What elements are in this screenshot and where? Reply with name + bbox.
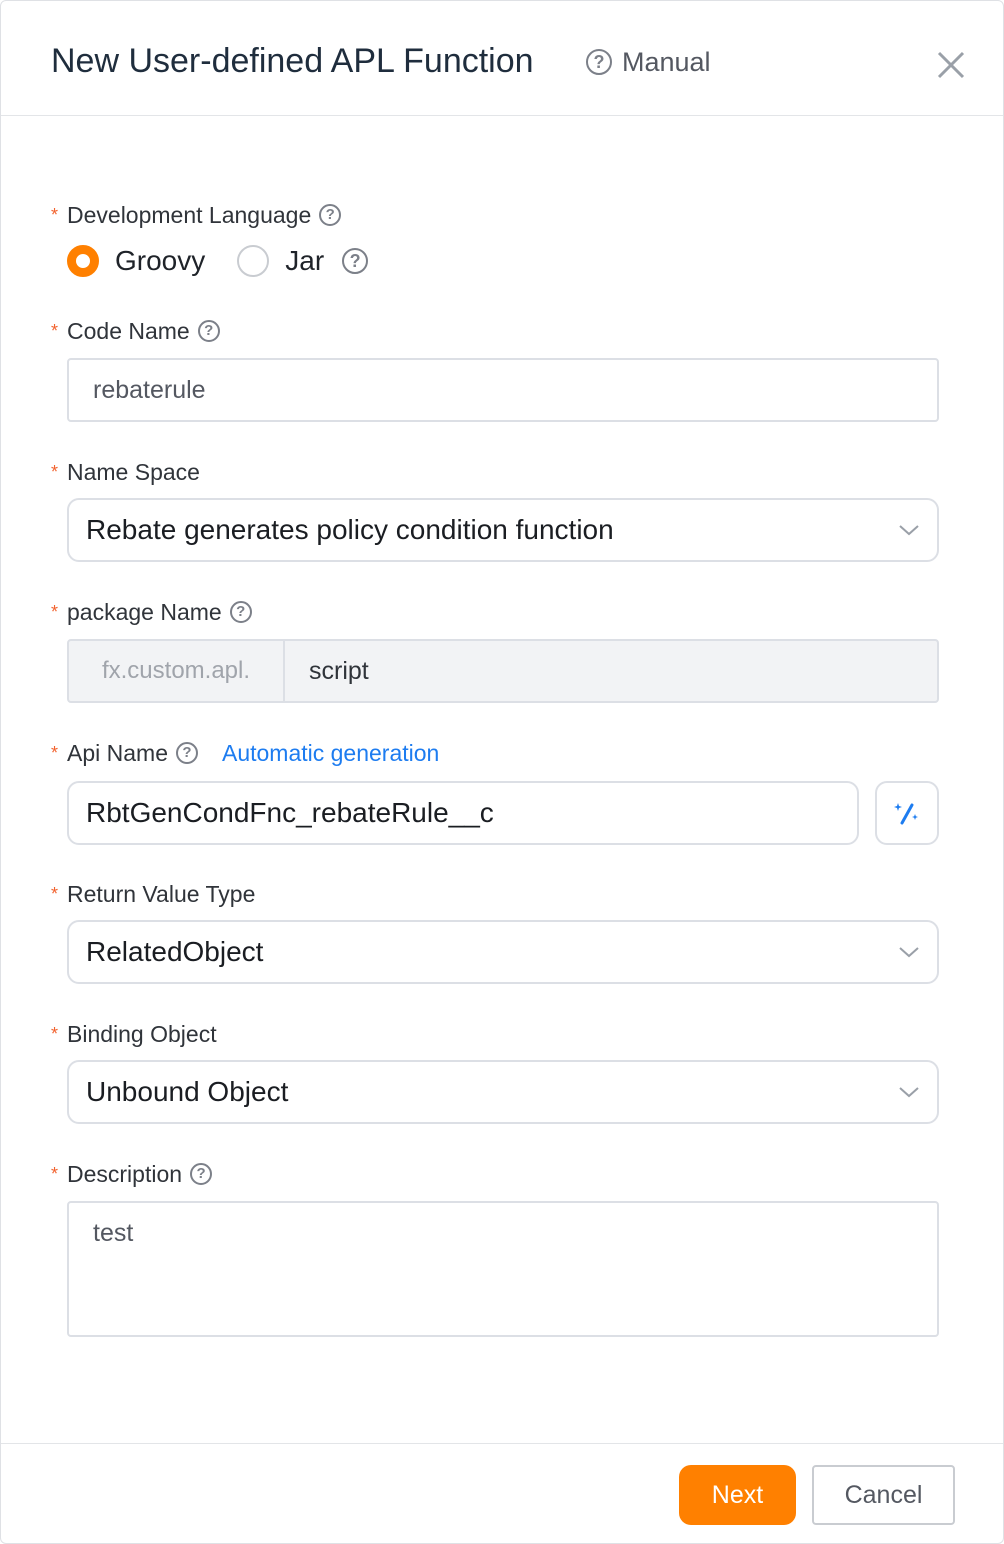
binding-object-select[interactable]: Unbound Object [67,1060,939,1124]
code-name-input[interactable]: rebaterule [67,358,939,422]
automatic-generation-link[interactable]: Automatic generation [222,739,439,767]
dev-language-label-text: Development Language [67,202,312,228]
help-circle-icon[interactable]: ? [229,601,252,623]
radio-jar[interactable]: Jar [237,245,324,277]
radio-jar-label: Jar [285,245,325,276]
api-name-value: RbtGenCondFnc_rebateRule__c [86,797,494,828]
help-circle-icon: ? [586,49,612,75]
api-name-label-text: Api Name [67,740,168,766]
code-name-label: * Code Name ? [51,317,220,345]
chevron-down-icon [899,525,919,536]
package-name-label: * package Name ? [51,598,252,626]
radio-checked-icon [67,245,99,277]
return-type-label-text: Return Value Type [67,881,256,907]
help-circle-icon[interactable]: ? [197,320,220,342]
name-space-select[interactable]: Rebate generates policy condition functi… [67,498,939,562]
chevron-down-icon [899,947,919,958]
api-name-input[interactable]: RbtGenCondFnc_rebateRule__c [67,781,859,845]
description-value: test [93,1219,134,1247]
radio-unchecked-icon [237,245,270,277]
help-circle-icon[interactable]: ? [190,1163,213,1185]
dialog-footer: Next Cancel [1,1443,1003,1543]
api-name-label: * Api Name ? Automatic generation [51,739,439,767]
generate-api-name-button[interactable] [875,781,939,845]
cancel-button[interactable]: Cancel [812,1465,955,1525]
binding-object-label: * Binding Object [51,1020,217,1048]
description-textarea[interactable]: test [67,1201,939,1337]
package-name-value: script [309,656,369,685]
dev-language-radio-group: Groovy Jar ? [67,241,369,281]
return-type-select[interactable]: RelatedObject [67,920,939,984]
dialog-header: New User-defined APL Function ? Manual [1,1,1003,116]
dialog-title: New User-defined APL Function [51,42,534,80]
manual-label: Manual [622,47,711,77]
package-name-field: fx.custom.apl. script [67,639,939,703]
binding-object-value: Unbound Object [86,1076,289,1107]
help-circle-icon[interactable]: ? [175,742,198,764]
code-name-label-text: Code Name [67,318,190,344]
required-mark: * [51,1164,59,1184]
chevron-down-icon [899,1087,919,1098]
return-type-label: * Return Value Type [51,880,255,908]
binding-object-label-text: Binding Object [67,1021,217,1047]
description-label-text: Description [67,1161,183,1187]
help-circle-icon[interactable]: ? [342,248,369,274]
code-name-value: rebaterule [93,375,206,404]
name-space-label-text: Name Space [67,459,200,485]
manual-link[interactable]: ? Manual [586,45,711,79]
radio-groovy-label: Groovy [115,245,206,276]
package-name-label-text: package Name [67,599,222,625]
required-mark: * [51,321,59,341]
help-circle-icon[interactable]: ? [319,204,342,226]
description-label: * Description ? [51,1160,213,1188]
new-apl-function-dialog: New User-defined APL Function ? Manual *… [0,0,1004,1544]
return-type-value: RelatedObject [86,936,264,967]
required-mark: * [51,1024,59,1044]
name-space-value: Rebate generates policy condition functi… [86,514,614,545]
required-mark: * [51,462,59,482]
close-icon[interactable] [931,45,971,85]
name-space-label: * Name Space [51,458,200,486]
required-mark: * [51,884,59,904]
radio-groovy[interactable]: Groovy [67,245,205,277]
next-button[interactable]: Next [679,1465,796,1525]
required-mark: * [51,205,59,225]
required-mark: * [51,743,59,763]
magic-wand-icon [894,803,918,825]
package-name-prefix: fx.custom.apl. [69,641,285,701]
required-mark: * [51,602,59,622]
dev-language-label: * Development Language ? [51,201,342,229]
